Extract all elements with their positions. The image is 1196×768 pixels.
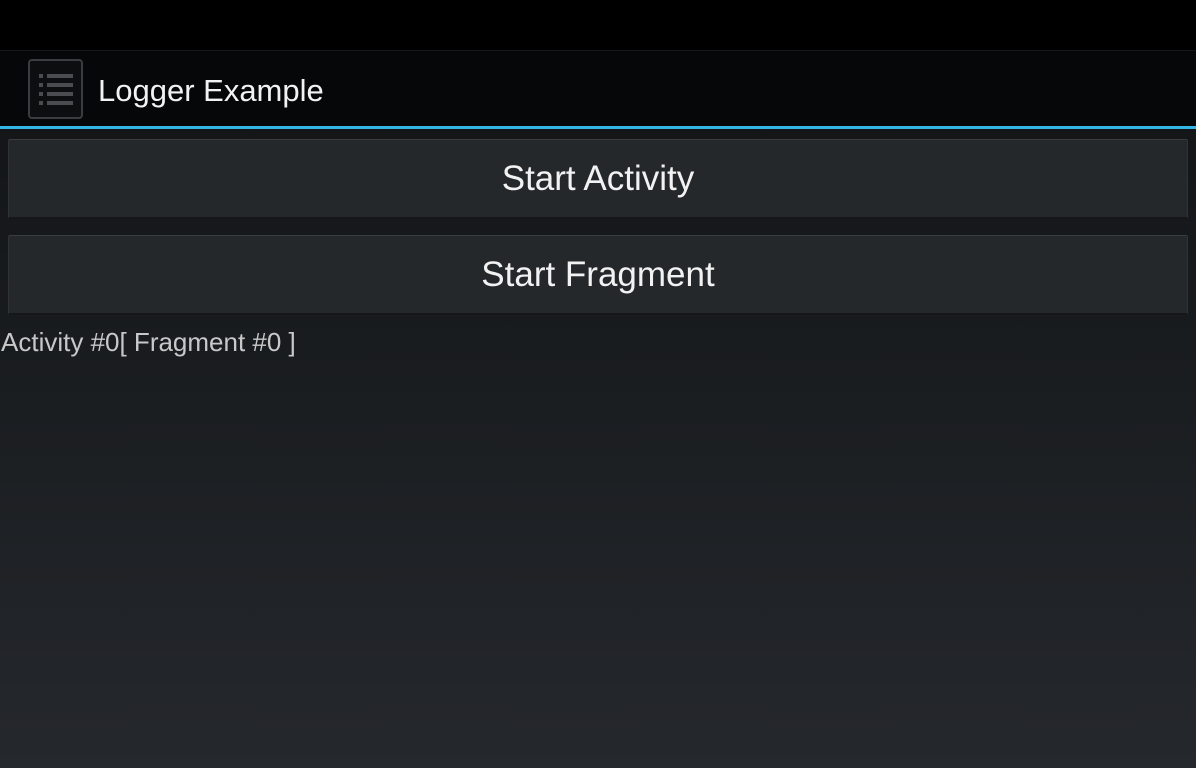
start-fragment-button[interactable]: Start Fragment <box>8 235 1188 315</box>
status-bar <box>0 0 1196 50</box>
action-bar-divider <box>0 126 1196 129</box>
start-activity-button[interactable]: Start Activity <box>8 139 1188 219</box>
list-icon[interactable] <box>28 59 83 119</box>
log-text: Activity #0[ Fragment #0 ] <box>1 327 296 357</box>
action-bar: Logger Example <box>0 50 1196 127</box>
app-title: Logger Example <box>98 73 324 108</box>
